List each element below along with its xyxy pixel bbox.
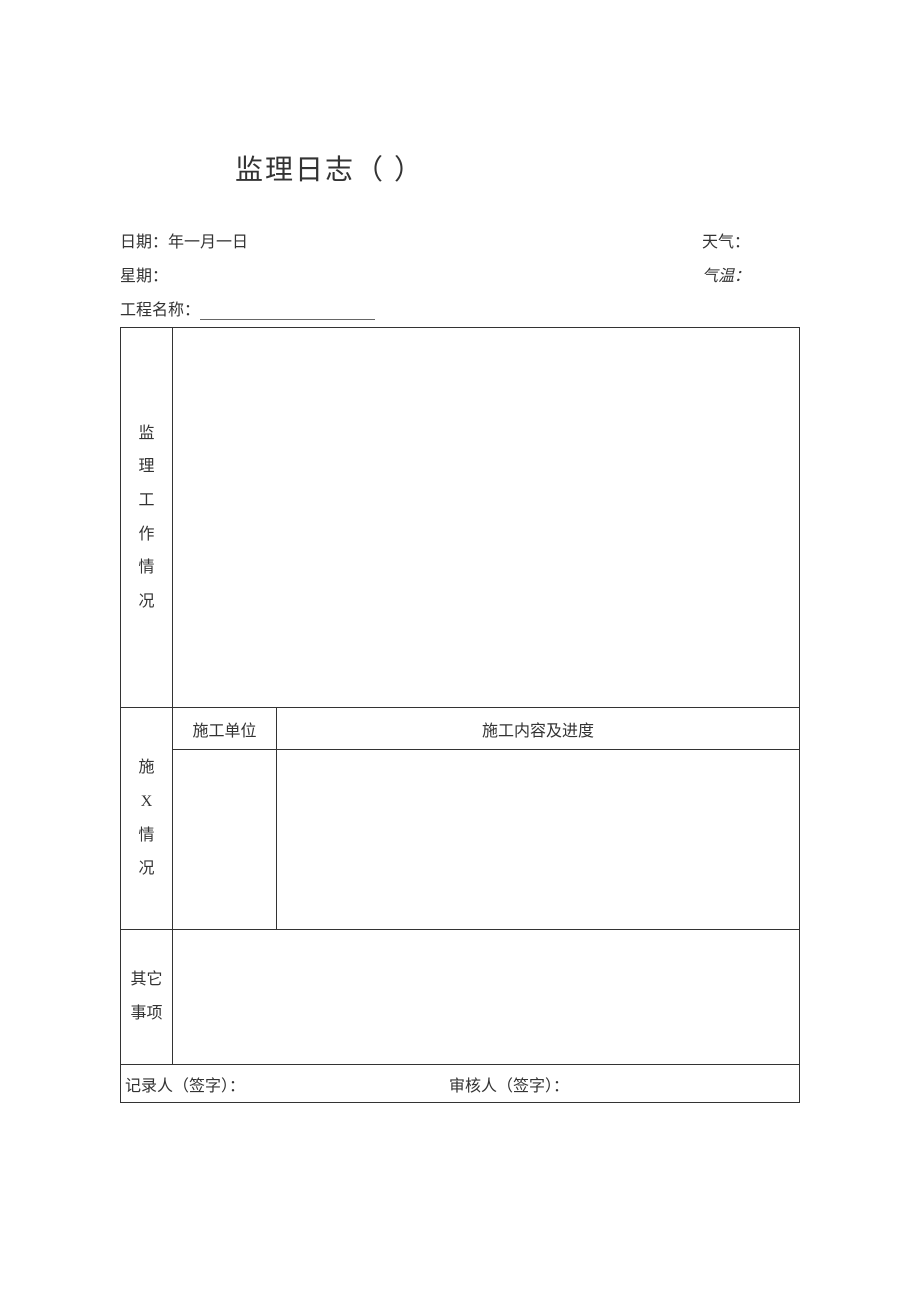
construction-label-cell: 施X情况: [121, 708, 173, 930]
recorder-label: 记录人（签字）：: [125, 1078, 245, 1095]
other-content-cell: [173, 930, 800, 1065]
page-title: 监理日志（ ）: [235, 148, 424, 188]
other-label-cell: 其它事项: [121, 930, 173, 1065]
project-label: 工程名称：: [120, 296, 200, 320]
project-underline: [200, 319, 375, 320]
supervision-content-cell: [173, 328, 800, 708]
signature-cell: 记录人（签字）： 审核人（签字）：: [121, 1065, 800, 1103]
content-header-cell: 施工内容及进度: [277, 708, 800, 750]
content-value-cell: [277, 750, 800, 930]
header-row-date: 日期：年一月一日 天气：: [120, 228, 840, 252]
date-label: 日期：: [120, 234, 168, 251]
date-value: 年一月一日: [168, 234, 248, 251]
weekday-label: 星期：: [120, 262, 168, 286]
reviewer-label: 审核人（签字）：: [449, 1072, 569, 1096]
log-table: 监理工作情况 施X情况 施工单位 施工内容及进度 其它事项 记录人（签字）： 审…: [120, 327, 800, 1103]
unit-header-cell: 施工单位: [173, 708, 277, 750]
header-row-project: 工程名称：: [120, 296, 840, 320]
unit-value-cell: [173, 750, 277, 930]
supervision-label-cell: 监理工作情况: [121, 328, 173, 708]
header-row-weekday: 星期： 气温：: [120, 262, 840, 286]
weather-label: 天气：: [702, 228, 750, 252]
temperature-label: 气温：: [702, 262, 750, 286]
